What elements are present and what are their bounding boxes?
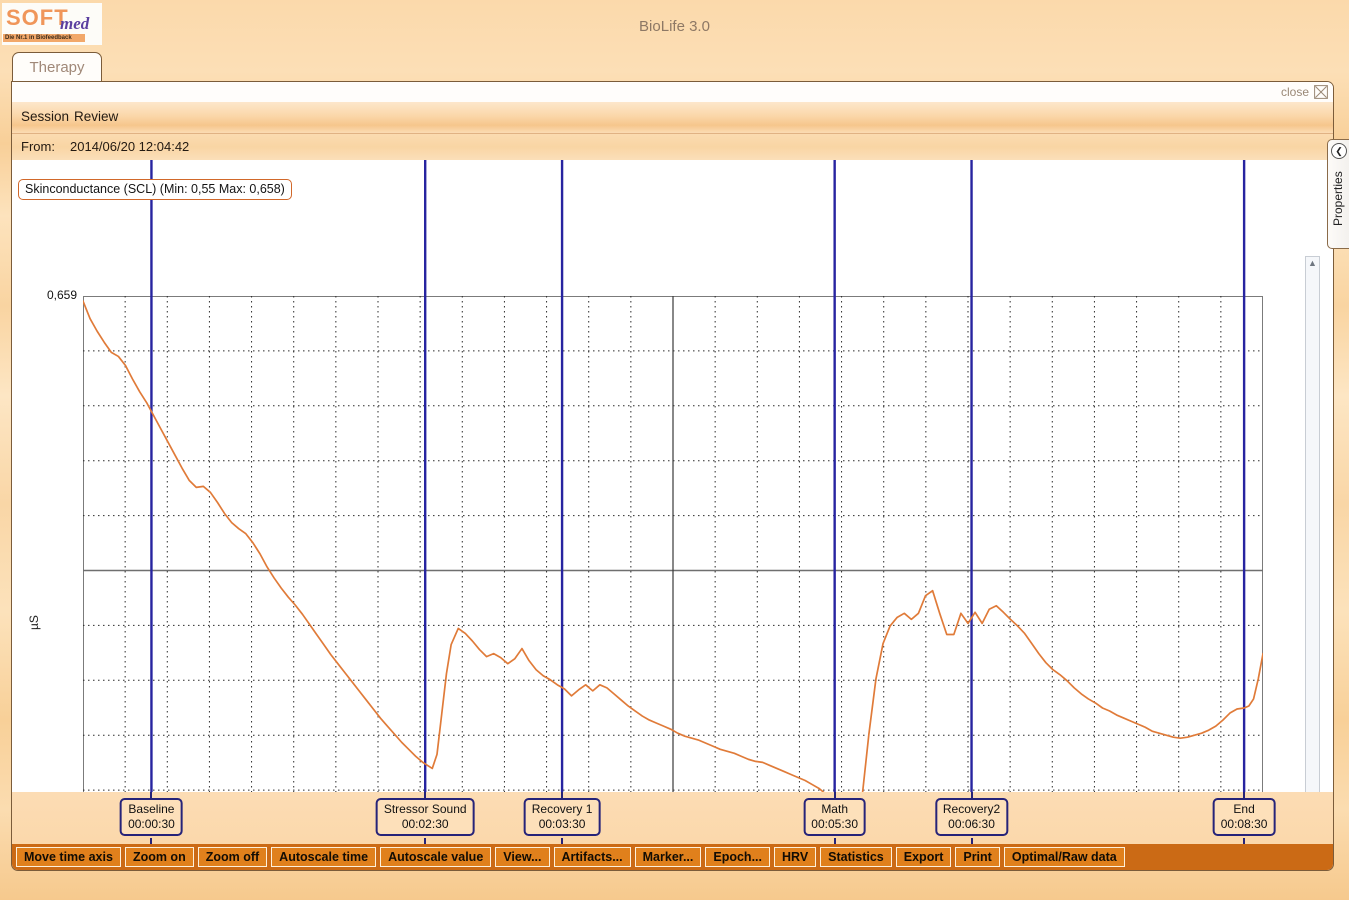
y-axis-label: µS bbox=[27, 615, 41, 630]
toolbar-button-move-time-axis[interactable]: Move time axis bbox=[16, 847, 121, 867]
session-from-row: From: 2014/06/20 12:04:42 bbox=[12, 134, 1333, 160]
toolbar-button-optimal-raw-data[interactable]: Optimal/Raw data bbox=[1003, 847, 1125, 867]
therapy-panel: close Session Review From: 2014/06/20 12… bbox=[11, 81, 1334, 871]
toolbar-button-autoscale-value[interactable]: Autoscale value bbox=[380, 847, 492, 867]
toolbar-button-view[interactable]: View... bbox=[495, 847, 550, 867]
close-bar: close bbox=[12, 82, 1333, 102]
toolbar-button-hrv[interactable]: HRV bbox=[774, 847, 817, 867]
toolbar-button-artifacts[interactable]: Artifacts... bbox=[553, 847, 631, 867]
marker-name: Recovery 1 bbox=[531, 802, 593, 816]
y-tick-label: 0,659 bbox=[46, 288, 77, 302]
toolbar-button-marker[interactable]: Marker... bbox=[634, 847, 702, 867]
plot-area[interactable] bbox=[83, 160, 1263, 870]
menu-item-session[interactable]: Session bbox=[21, 109, 69, 124]
marker-time: 00:05:30 bbox=[811, 817, 859, 831]
menu-bar: Session Review bbox=[12, 102, 1333, 134]
close-label[interactable]: close bbox=[1281, 85, 1309, 99]
toolbar-button-statistics[interactable]: Statistics bbox=[820, 847, 892, 867]
marker-name: Recovery2 bbox=[942, 802, 1001, 816]
from-label: From: bbox=[21, 139, 55, 154]
series-title-badge[interactable]: Skinconductance (SCL) (Min: 0,55 Max: 0,… bbox=[18, 179, 292, 200]
marker-time: 00:08:30 bbox=[1220, 817, 1268, 831]
marker-time: 00:06:30 bbox=[948, 817, 995, 831]
chevron-left-icon[interactable]: ❮ bbox=[1331, 143, 1347, 159]
toolbar-button-print[interactable]: Print bbox=[955, 847, 1000, 867]
marker-name: Baseline bbox=[128, 802, 175, 816]
marker-strip: Baseline 00:00:30 Stressor Sound 00:02:30 Re… bbox=[12, 792, 1333, 844]
marker-math[interactable]: Math 00:05:30 bbox=[803, 798, 867, 836]
tab-therapy[interactable]: Therapy bbox=[12, 52, 102, 82]
marker-time: 00:02:30 bbox=[401, 817, 449, 831]
scroll-up-arrow-icon[interactable]: ▲ bbox=[1306, 257, 1319, 270]
plot-frame bbox=[83, 296, 1263, 845]
toolbar-button-export[interactable]: Export bbox=[895, 847, 952, 867]
marker-stem bbox=[1243, 792, 1246, 798]
marker-name: Stressor Sound bbox=[383, 802, 467, 816]
marker-stem bbox=[561, 792, 564, 798]
bottom-toolbar: Move time axis Zoom on Zoom off Autoscale t… bbox=[12, 844, 1333, 870]
chart-area: Skinconductance (SCL) (Min: 0,55 Max: 0,… bbox=[12, 160, 1333, 870]
app-title: BioLife 3.0 bbox=[639, 18, 710, 35]
title-bar: SOFT med Die Nr.1 in Biofeedback BioLife… bbox=[0, 0, 1349, 56]
properties-label: Properties bbox=[1331, 171, 1345, 226]
toolbar-button-autoscale-time[interactable]: Autoscale time bbox=[271, 847, 377, 867]
toolbar-button-epoch[interactable]: Epoch... bbox=[705, 847, 770, 867]
logo-tagline: Die Nr.1 in Biofeedback bbox=[3, 34, 85, 42]
application-window: SOFT med Die Nr.1 in Biofeedback BioLife… bbox=[0, 0, 1349, 900]
menu-item-review[interactable]: Review bbox=[74, 109, 118, 124]
toolbar-button-zoom-off[interactable]: Zoom off bbox=[197, 847, 268, 867]
marker-time: 00:03:30 bbox=[538, 817, 586, 831]
toolbar-button-zoom-on[interactable]: Zoom on bbox=[124, 847, 194, 867]
from-value: 2014/06/20 12:04:42 bbox=[70, 139, 190, 154]
marker-end[interactable]: End 00:08:30 bbox=[1212, 798, 1276, 836]
marker-stem bbox=[424, 792, 427, 798]
marker-stem bbox=[833, 792, 836, 798]
marker-name: End bbox=[1233, 802, 1255, 816]
properties-side-tab[interactable]: ❮ Properties bbox=[1327, 139, 1349, 249]
marker-baseline[interactable]: Baseline 00:00:30 bbox=[120, 798, 183, 836]
chart-vertical-scrollbar[interactable]: ▲ ▼ bbox=[1305, 256, 1320, 856]
marker-name: Math bbox=[821, 802, 848, 816]
marker-recovery2[interactable]: Recovery2 00:06:30 bbox=[934, 798, 1009, 836]
marker-stem bbox=[970, 792, 973, 798]
marker-time: 00:00:30 bbox=[128, 817, 175, 831]
marker-stem bbox=[150, 792, 153, 798]
tab-strip: Therapy bbox=[0, 52, 1349, 82]
marker-recovery-1[interactable]: Recovery 1 00:03:30 bbox=[523, 798, 601, 836]
close-x-icon[interactable] bbox=[1314, 85, 1328, 99]
marker-stressor-sound[interactable]: Stressor Sound 00:02:30 bbox=[375, 798, 475, 836]
